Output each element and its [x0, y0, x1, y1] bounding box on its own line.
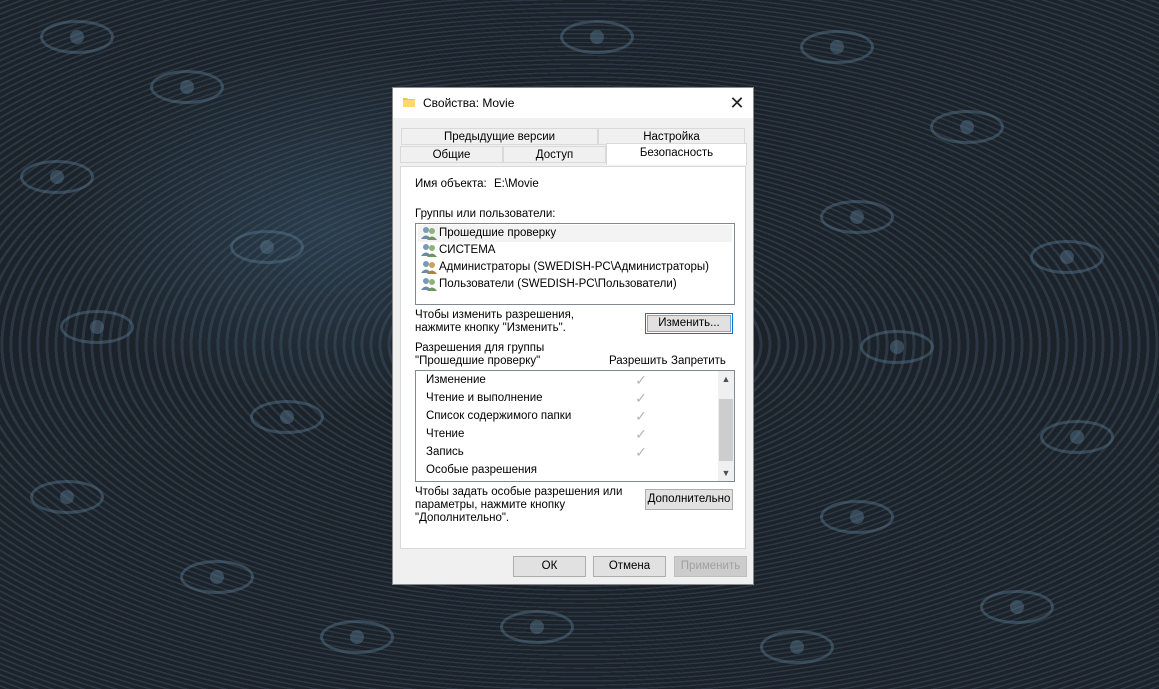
- wallpaper-eye-decoration: [30, 480, 104, 514]
- title-bar[interactable]: Свойства: Movie ✕: [393, 88, 753, 118]
- allow-check-icon: ✓: [635, 426, 647, 442]
- tab-general[interactable]: Общие: [400, 146, 503, 163]
- list-item-label: Администраторы (SWEDISH-PC\Администратор…: [439, 261, 709, 273]
- wallpaper-eye-decoration: [250, 400, 324, 434]
- users-icon: [421, 261, 437, 274]
- advanced-button[interactable]: Дополнительно: [645, 489, 733, 510]
- allow-check-icon: ✓: [635, 372, 647, 388]
- list-item-label: Прошедшие проверку: [439, 227, 557, 239]
- permission-name: Изменение: [426, 374, 486, 386]
- deny-column-header: Запретить: [671, 355, 726, 367]
- list-item[interactable]: СИСТЕМА: [418, 242, 732, 259]
- permission-name: Запись: [426, 446, 464, 458]
- tab-sharing[interactable]: Доступ: [503, 146, 606, 163]
- tab-label: Настройка: [643, 131, 700, 143]
- perm-group-line1: Разрешения для группы: [415, 342, 545, 354]
- cancel-button[interactable]: Отмена: [593, 556, 666, 577]
- permission-row: Изменение ✓: [426, 371, 716, 389]
- scroll-up-arrow-icon[interactable]: ▲: [718, 371, 734, 387]
- tab-previous-versions[interactable]: Предыдущие версии: [401, 128, 598, 145]
- list-item[interactable]: Прошедшие проверку: [418, 225, 732, 242]
- groups-listbox[interactable]: Прошедшие проверку СИСТЕМА Администратор…: [415, 223, 735, 305]
- close-icon: ✕: [729, 93, 745, 113]
- list-item-label: СИСТЕМА: [439, 244, 496, 256]
- wallpaper-eye-decoration: [560, 20, 634, 54]
- permissions-list[interactable]: Изменение ✓ Чтение и выполнение ✓ Список…: [415, 370, 735, 482]
- ok-button[interactable]: ОК: [513, 556, 586, 577]
- change-button[interactable]: Изменить...: [645, 313, 733, 334]
- tab-label: Доступ: [535, 149, 574, 161]
- permission-name: Особые разрешения: [426, 464, 538, 476]
- properties-dialog: Свойства: Movie ✕ Предыдущие версии Наст…: [392, 87, 754, 585]
- change-hint-line2: нажмите кнопку "Изменить".: [415, 322, 566, 334]
- permission-name: Чтение и выполнение: [426, 392, 543, 404]
- wallpaper-eye-decoration: [150, 70, 224, 104]
- list-item-label: Пользователи (SWEDISH-PC\Пользователи): [439, 278, 677, 290]
- wallpaper-eye-decoration: [180, 560, 254, 594]
- wallpaper-eye-decoration: [760, 630, 834, 664]
- wallpaper-eye-decoration: [1040, 420, 1114, 454]
- wallpaper-eye-decoration: [1030, 240, 1104, 274]
- tab-label: Общие: [432, 149, 471, 161]
- allow-check-icon: ✓: [635, 444, 647, 460]
- wallpaper-eye-decoration: [320, 620, 394, 654]
- wallpaper-eye-decoration: [820, 200, 894, 234]
- list-item[interactable]: Администраторы (SWEDISH-PC\Администратор…: [418, 259, 732, 276]
- apply-button[interactable]: Применить: [674, 556, 747, 577]
- folder-icon: [403, 98, 415, 107]
- users-icon: [421, 244, 437, 257]
- tab-label: Предыдущие версии: [443, 131, 556, 143]
- wallpaper-eye-decoration: [980, 590, 1054, 624]
- close-button[interactable]: ✕: [721, 88, 753, 118]
- wallpaper-eye-decoration: [20, 160, 94, 194]
- advanced-hint-line1: Чтобы задать особые разрешения или: [415, 486, 623, 498]
- allow-column-header: Разрешить: [609, 355, 668, 367]
- wallpaper-eye-decoration: [60, 310, 134, 344]
- users-icon: [421, 227, 437, 240]
- allow-check-icon: ✓: [635, 390, 647, 406]
- wallpaper-eye-decoration: [40, 20, 114, 54]
- advanced-hint-line3: "Дополнительно".: [415, 512, 510, 524]
- wallpaper-eye-decoration: [800, 30, 874, 64]
- permission-name: Список содержимого папки: [426, 410, 572, 422]
- users-icon: [421, 278, 437, 291]
- wallpaper-eye-decoration: [500, 610, 574, 644]
- wallpaper-eye-decoration: [230, 230, 304, 264]
- advanced-hint-line2: параметры, нажмите кнопку: [415, 499, 566, 511]
- object-name-label: Имя объекта:: [415, 178, 487, 190]
- permissions-scrollbar[interactable]: ▲ ▼: [718, 371, 734, 481]
- window-title: Свойства: Movie: [423, 96, 515, 110]
- permission-row: Чтение ✓: [426, 425, 716, 443]
- permission-name: Чтение: [426, 428, 465, 440]
- object-name-value: E:\Movie: [494, 178, 539, 190]
- scroll-thumb[interactable]: [719, 399, 733, 461]
- permission-row: Особые разрешения: [426, 461, 716, 479]
- security-panel: Имя объекта: E:\Movie Группы или пользов…: [400, 166, 746, 549]
- wallpaper-eye-decoration: [860, 330, 934, 364]
- perm-group-line2: "Прошедшие проверку": [415, 355, 541, 367]
- groups-label: Группы или пользователи:: [415, 208, 556, 220]
- scroll-down-arrow-icon[interactable]: ▼: [718, 465, 734, 481]
- change-hint-line1: Чтобы изменить разрешения,: [415, 309, 575, 321]
- wallpaper-eye-decoration: [820, 500, 894, 534]
- wallpaper-eye-decoration: [930, 110, 1004, 144]
- permission-row: Список содержимого папки ✓: [426, 407, 716, 425]
- tab-security[interactable]: Безопасность: [606, 143, 747, 165]
- allow-check-icon: ✓: [635, 408, 647, 424]
- permission-row: Чтение и выполнение ✓: [426, 389, 716, 407]
- permission-row: Запись ✓: [426, 443, 716, 461]
- list-item[interactable]: Пользователи (SWEDISH-PC\Пользователи): [418, 276, 732, 293]
- tab-label: Безопасность: [639, 147, 714, 159]
